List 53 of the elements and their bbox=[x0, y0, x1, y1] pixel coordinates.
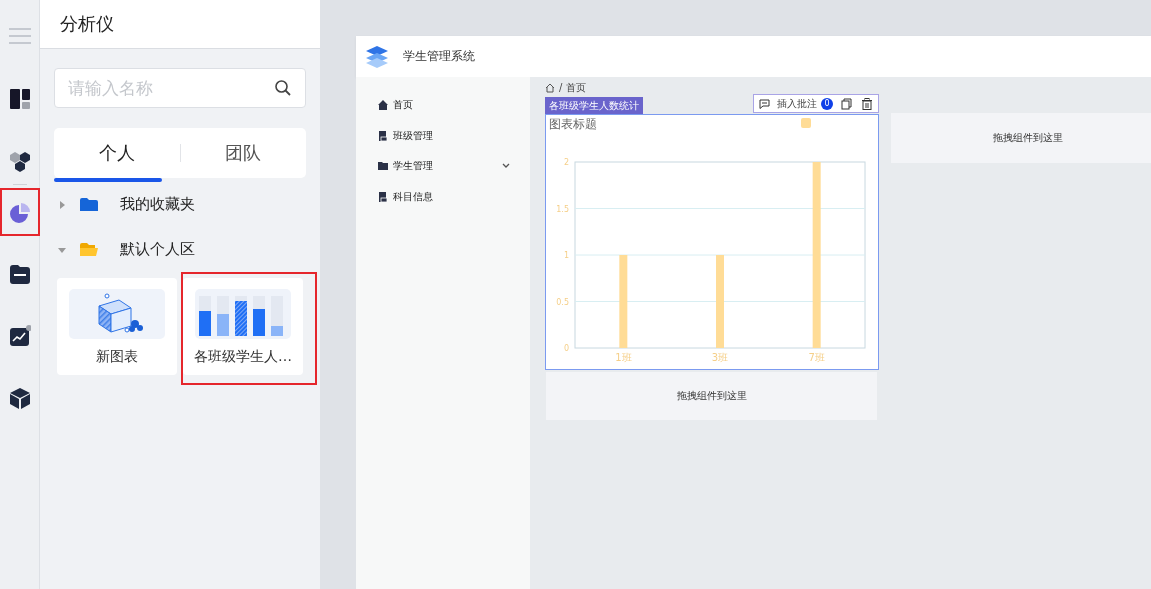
pie-chart-icon bbox=[8, 200, 31, 224]
chart-card[interactable]: 各班级学生人… bbox=[183, 278, 303, 375]
x-tick-label: 1班 bbox=[615, 352, 632, 363]
chart-title: 图表标题 bbox=[549, 117, 597, 131]
tree-item-label[interactable]: 默认个人区 bbox=[120, 240, 195, 259]
search-icon[interactable] bbox=[274, 79, 292, 97]
home-icon[interactable] bbox=[545, 82, 555, 93]
comment-icon bbox=[759, 98, 770, 109]
card-title: 新图表 bbox=[96, 348, 138, 366]
panel-title: 分析仪 bbox=[60, 12, 114, 36]
copy-icon[interactable] bbox=[841, 97, 853, 110]
folder-icon bbox=[8, 262, 31, 286]
menu-item[interactable]: 学生管理 bbox=[356, 151, 530, 182]
menu-item[interactable]: 首页 bbox=[356, 90, 530, 121]
breadcrumb-link[interactable]: 首页 bbox=[566, 80, 587, 95]
tab[interactable]: 个人 bbox=[54, 141, 180, 165]
hexagons-icon bbox=[8, 149, 31, 173]
y-tick-label: 1 bbox=[563, 251, 569, 260]
tree-item-label[interactable]: 我的收藏夹 bbox=[120, 195, 195, 214]
y-tick-label: 0.5 bbox=[556, 297, 569, 307]
tab[interactable]: 团队 bbox=[180, 141, 306, 165]
x-tick-label: 7班 bbox=[808, 352, 825, 363]
comment-button[interactable]: 插入批注 0 bbox=[759, 96, 833, 111]
folder-icon bbox=[80, 243, 98, 256]
dashboard-icon bbox=[8, 87, 31, 111]
y-tick-label: 1.5 bbox=[556, 204, 569, 214]
folder-icon bbox=[378, 161, 388, 172]
component-label: 各班级学生人数统计 bbox=[545, 97, 643, 114]
x-tick-label: 3班 bbox=[711, 352, 729, 363]
drop-zone[interactable]: 拖拽组件到这里 bbox=[891, 113, 1151, 163]
card-title: 各班级学生人… bbox=[194, 348, 292, 366]
search-input[interactable]: 请输入名称 bbox=[68, 78, 274, 98]
trash-icon[interactable] bbox=[861, 97, 873, 110]
count-badge: 0 bbox=[821, 97, 833, 110]
app-title: 学生管理系统 bbox=[403, 48, 475, 65]
chart-component[interactable]: 图表标题 0 0.5 1 1.5 2 1班 3班 7班 bbox=[545, 114, 879, 370]
breadcrumb-separator: / bbox=[559, 82, 563, 93]
chart-card[interactable]: 新图表 bbox=[57, 278, 177, 375]
layers-logo-icon bbox=[365, 44, 389, 69]
caret-icon[interactable] bbox=[58, 200, 66, 209]
caret-icon[interactable] bbox=[58, 245, 66, 254]
cube-icon bbox=[8, 386, 31, 410]
menu-item[interactable]: 科目信息 bbox=[356, 181, 530, 212]
trend-chart-icon bbox=[8, 324, 31, 348]
drop-zone[interactable]: 拖拽组件到这里 bbox=[546, 372, 877, 420]
home-icon bbox=[378, 100, 388, 111]
y-tick-label: 2 bbox=[563, 158, 569, 167]
menu-item[interactable]: 班级管理 bbox=[356, 120, 530, 151]
search-field[interactable]: 请输入名称 bbox=[54, 68, 306, 108]
y-tick-label: 0 bbox=[563, 344, 569, 353]
document-icon bbox=[378, 191, 388, 202]
document-icon bbox=[378, 130, 388, 141]
folder-icon bbox=[80, 198, 98, 211]
